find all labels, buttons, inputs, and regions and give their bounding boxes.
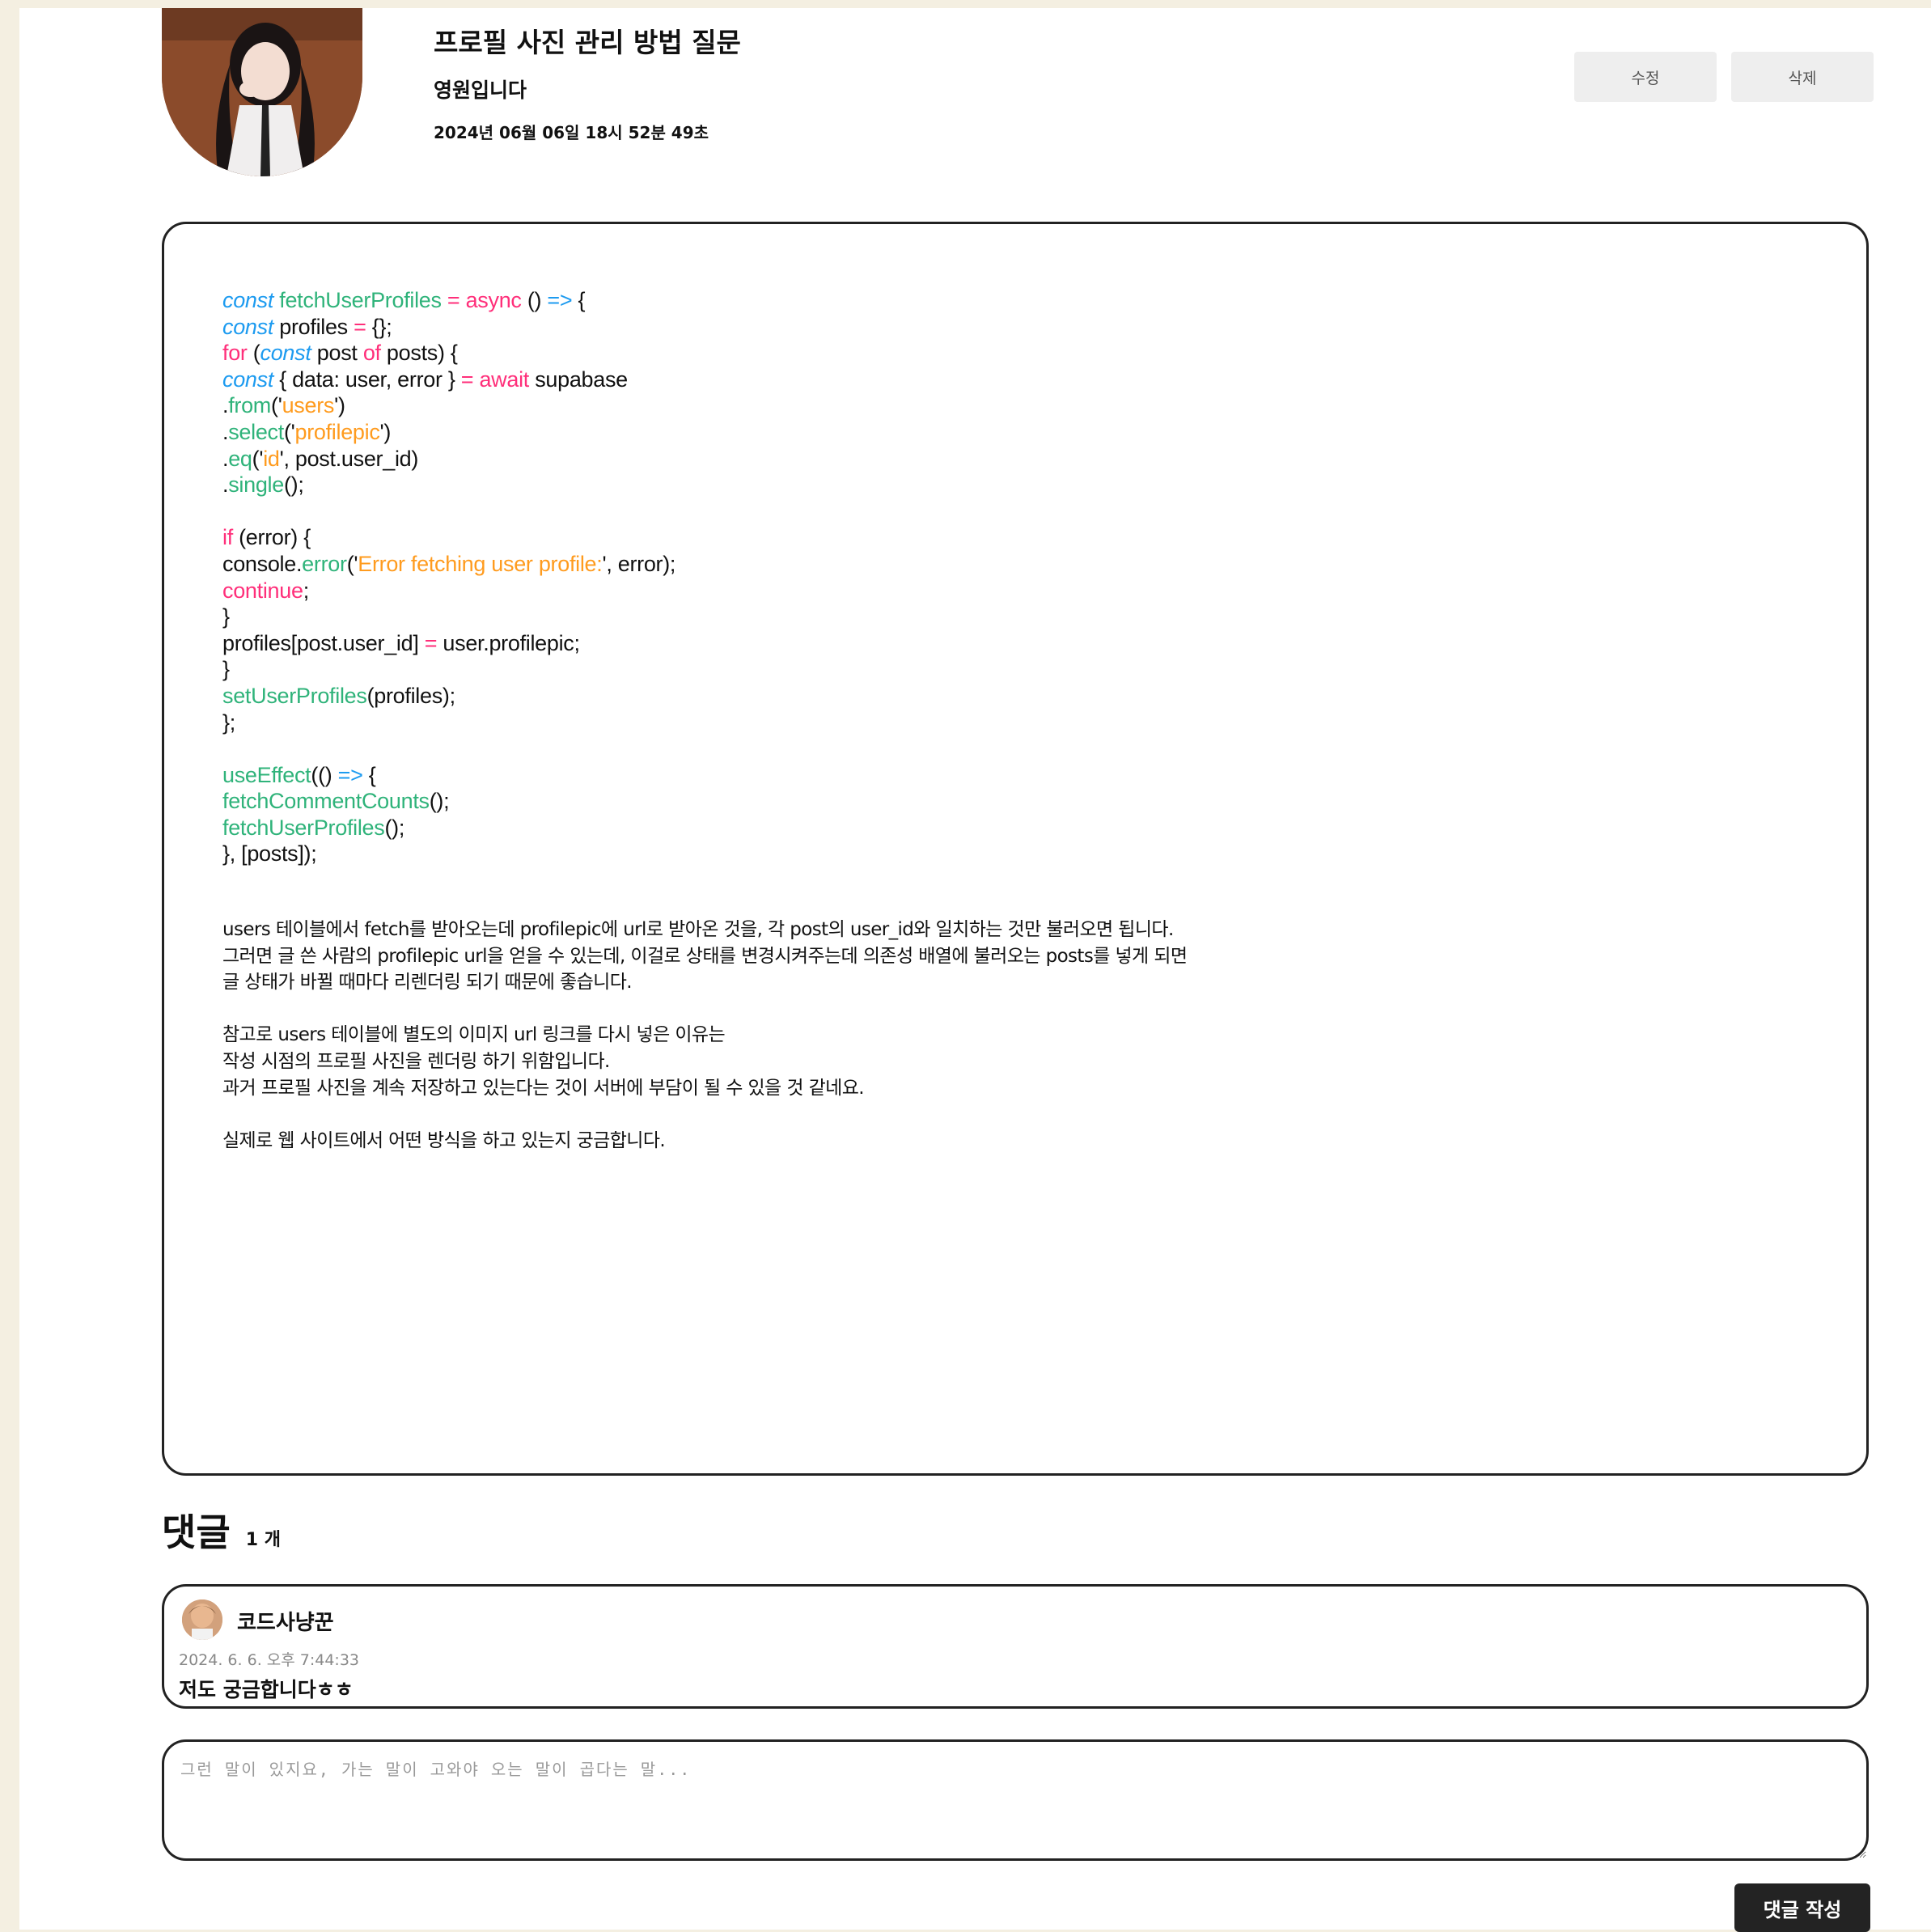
comment-card: 코드사냥꾼 2024. 6. 6. 오후 7:44:33 저도 궁금합니다ㅎㅎ — [162, 1584, 1869, 1709]
post-content-box: const fetchUserProfiles = async () => {c… — [162, 222, 1869, 1476]
comments-title: 댓글 — [162, 1510, 231, 1554]
code-line: } — [222, 657, 230, 682]
body-text-line: 참고로 users 테이블에 별도의 이미지 url 링크를 다시 넣은 이유는 — [222, 1024, 726, 1046]
code-line: .from('users') — [222, 393, 345, 418]
code-line: fetchUserProfiles(); — [222, 815, 405, 840]
code-line: fetchCommentCounts(); — [222, 789, 450, 814]
code-line: for (const post of posts) { — [222, 341, 458, 366]
body-text-line: 글 상태가 바뀔 때마다 리렌더링 되기 때문에 좋습니다. — [222, 972, 633, 994]
comment-text: 저도 궁금합니다ㅎㅎ — [179, 1678, 354, 1701]
author-avatar — [162, 8, 362, 176]
code-line: profiles[post.user_id] = user.profilepic… — [222, 630, 580, 655]
code-line: useEffect(() => { — [222, 762, 376, 787]
code-line: const profiles = {}; — [222, 314, 392, 339]
code-line: const { data: user, error } = await supa… — [222, 366, 628, 392]
post-body-text: users 테이블에서 fetch를 받아오는데 profilepic에 url… — [222, 917, 1188, 1154]
body-text-line: users 테이블에서 fetch를 받아오는데 profilepic에 url… — [222, 919, 1174, 940]
code-line: .select('profilepic') — [222, 419, 392, 444]
commenter-avatar-icon — [182, 1599, 222, 1640]
body-text-line: ​ — [222, 996, 1187, 1023]
code-line: continue; — [222, 578, 309, 603]
code-line: ​ — [222, 735, 675, 762]
code-line: }, [posts]); — [222, 841, 317, 866]
code-line: ​ — [222, 498, 675, 525]
post-author: 영원입니다 — [434, 78, 527, 102]
body-text-line: 실제로 웹 사이트에서 어떤 방식을 하고 있는지 궁금합니다. — [222, 1129, 666, 1151]
body-text-line: ​ — [222, 1101, 1187, 1128]
code-line: setUserProfiles(profiles); — [222, 683, 455, 708]
comment-date: 2024. 6. 6. 오후 7:44:33 — [179, 1651, 360, 1669]
body-text-line: 그러면 글 쓴 사람의 profilepic url을 얻을 수 있는데, 이걸… — [222, 945, 1188, 967]
comment-input[interactable] — [162, 1739, 1869, 1861]
code-block: const fetchUserProfiles = async () => {c… — [222, 287, 675, 867]
code-line: } — [222, 604, 230, 629]
code-line: .single(); — [222, 472, 304, 498]
code-line: console.error('Error fetching user profi… — [222, 551, 676, 576]
commenter-name: 코드사냥꾼 — [237, 1611, 334, 1635]
code-line: if (error) { — [222, 525, 311, 550]
delete-button[interactable]: 삭제 — [1731, 52, 1874, 102]
code-line: const fetchUserProfiles = async () => { — [222, 288, 586, 312]
comments-count: 1 개 — [245, 1530, 281, 1550]
code-line: }; — [222, 710, 235, 735]
post-date: 2024년 06월 06일 18시 52분 49초 — [434, 123, 709, 142]
body-text-line: 작성 시점의 프로필 사진을 렌더링 하기 위함입니다. — [222, 1050, 610, 1072]
comments-heading: 댓글 1 개 — [162, 1503, 281, 1557]
author-avatar-photo-icon — [162, 8, 362, 176]
body-text-line: 과거 프로필 사진을 계속 저장하고 있는다는 것이 서버에 부담이 될 수 있… — [222, 1077, 865, 1099]
code-line: .eq('id', post.user_id) — [222, 446, 419, 471]
submit-comment-button[interactable]: 댓글 작성 — [1734, 1883, 1870, 1932]
post-detail-page: 프로필 사진 관리 방법 질문 영원입니다 2024년 06월 06일 18시 … — [19, 8, 1931, 1932]
edit-button[interactable]: 수정 — [1574, 52, 1717, 102]
post-title: 프로필 사진 관리 방법 질문 — [434, 27, 741, 58]
